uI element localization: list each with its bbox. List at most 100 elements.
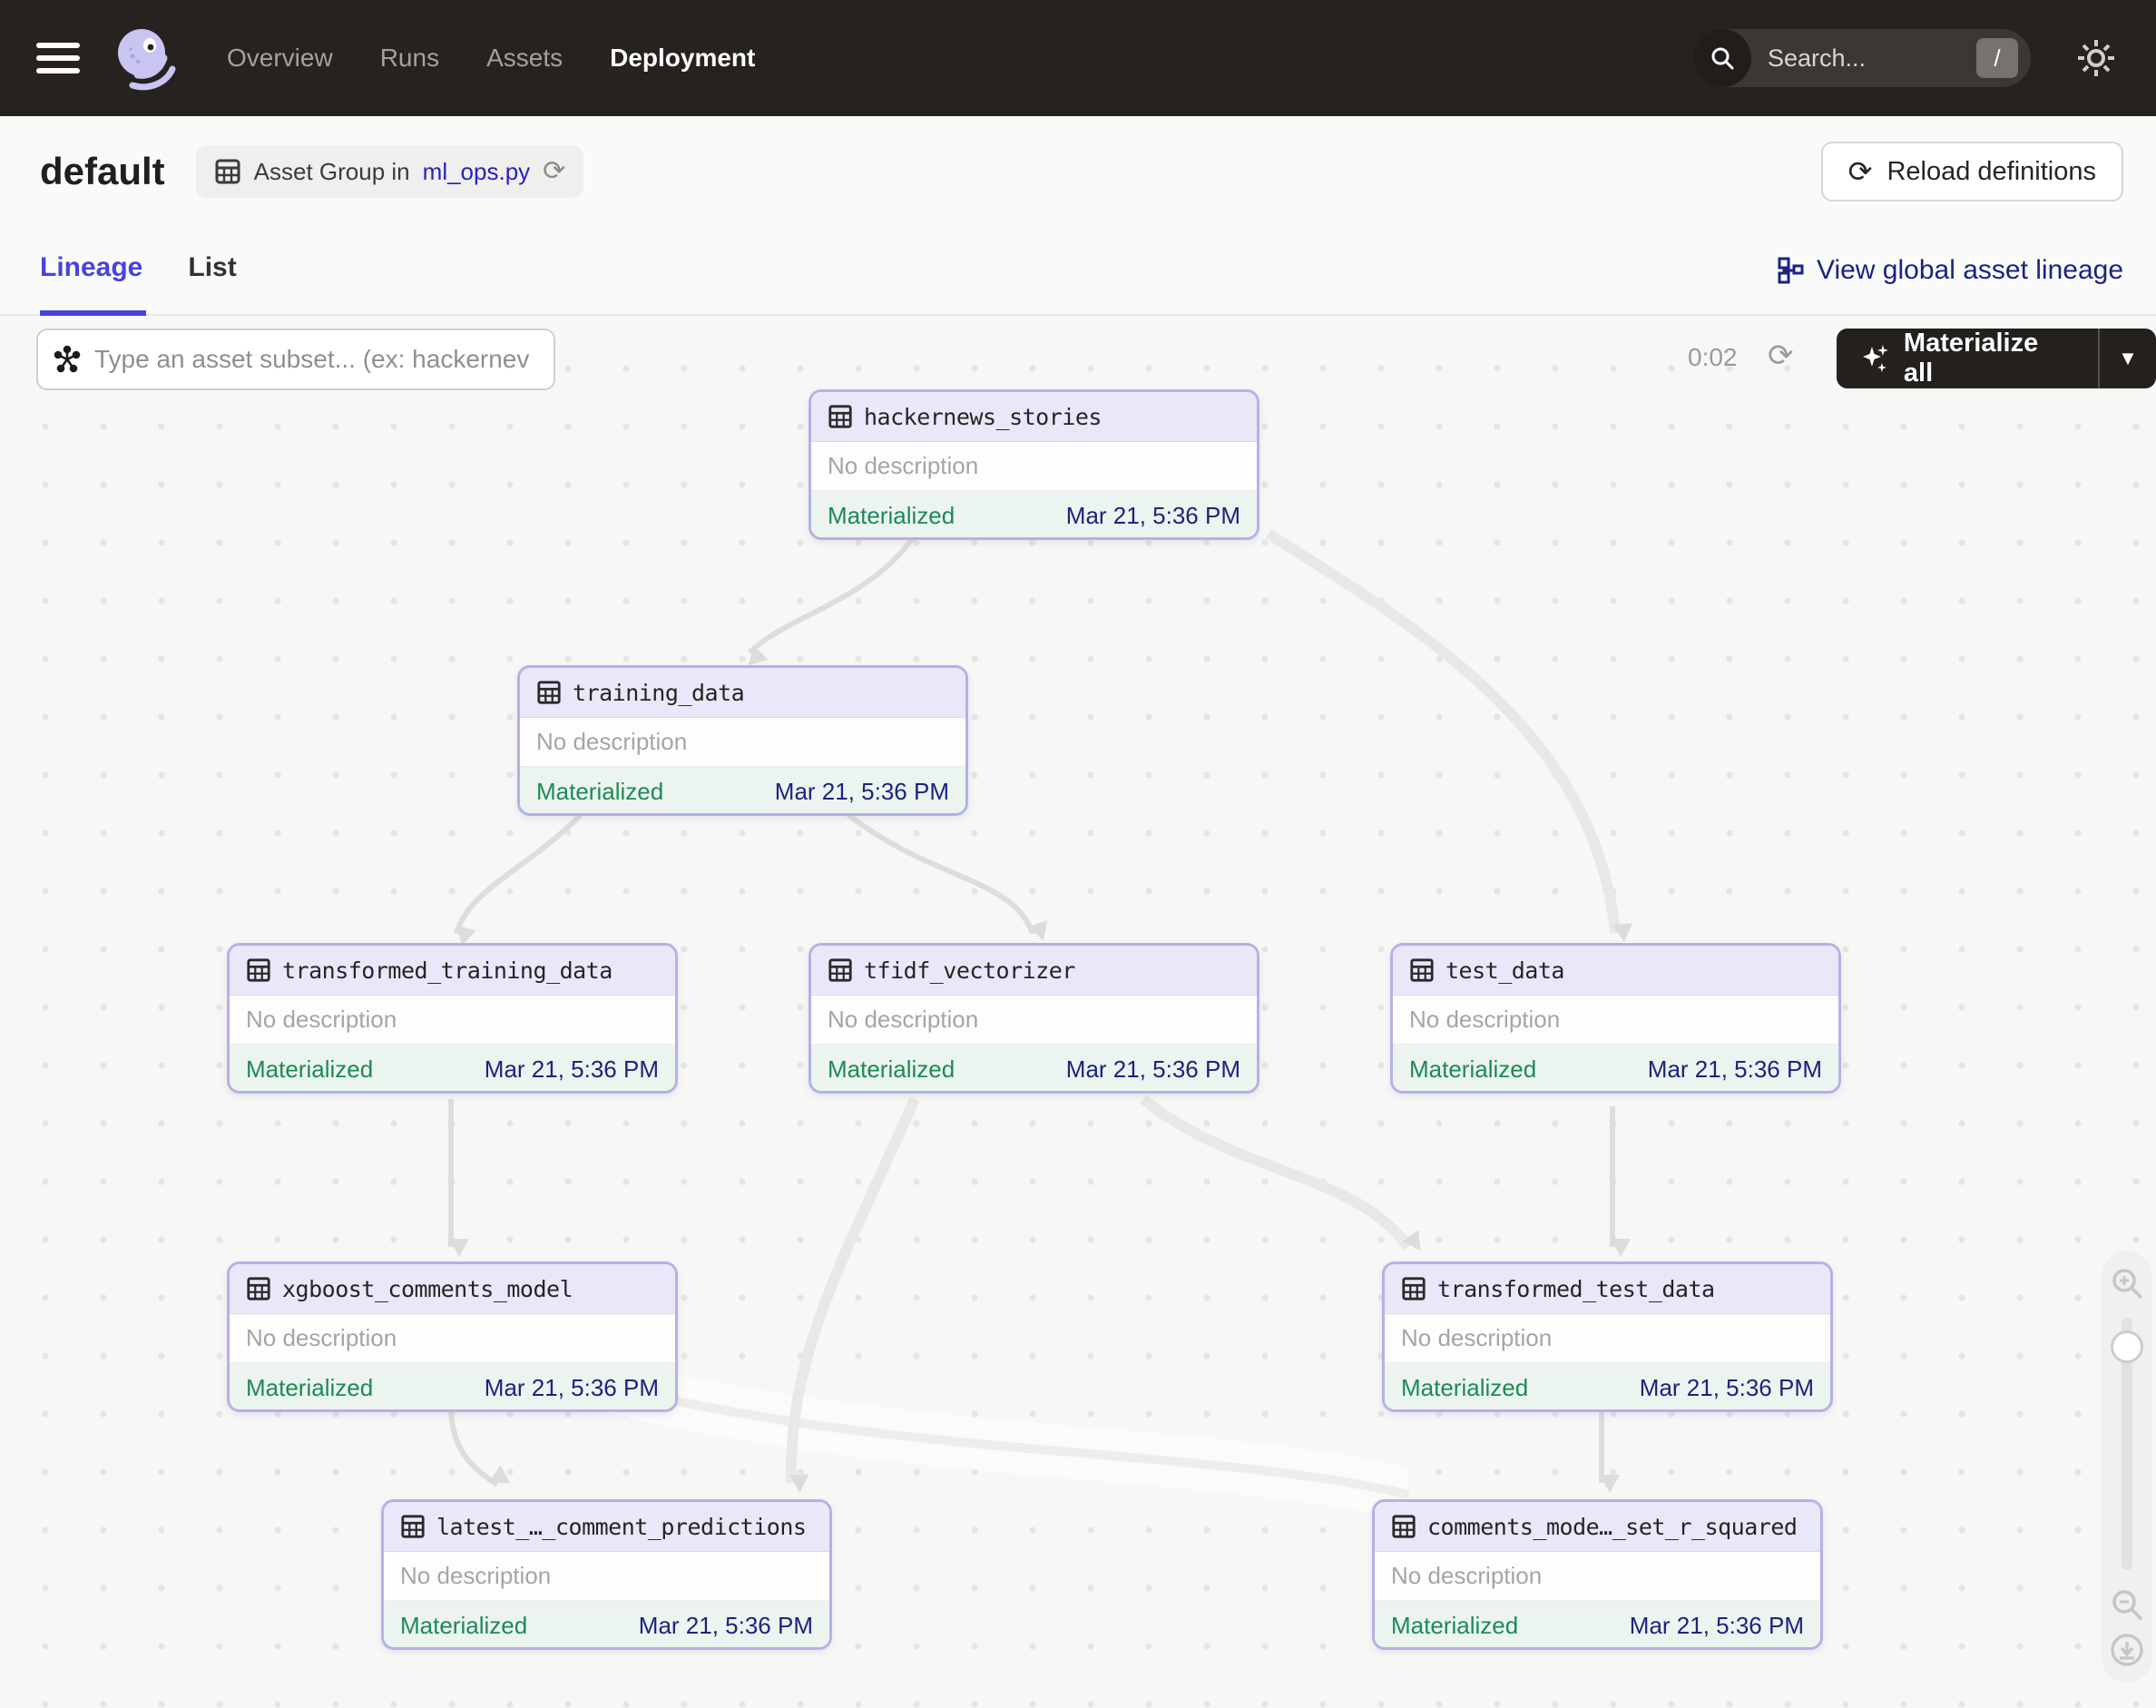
table-icon xyxy=(1409,957,1435,983)
table-icon xyxy=(400,1514,426,1539)
table-icon xyxy=(1401,1276,1426,1301)
refresh-icon: ⟳ xyxy=(1848,154,1873,189)
nav-item-runs[interactable]: Runs xyxy=(380,44,439,73)
asset-description: No description xyxy=(811,442,1257,491)
asset-name: hackernews_stories xyxy=(864,404,1102,430)
zoom-out-icon[interactable] xyxy=(2109,1586,2145,1623)
search-shortcut-badge: / xyxy=(1976,38,2018,78)
nav-item-assets[interactable]: Assets xyxy=(486,44,563,73)
asset-status: Materialized xyxy=(400,1612,527,1640)
asset-status: Materialized xyxy=(828,502,955,530)
lineage-graph-icon xyxy=(1777,257,1804,284)
dagster-logo-icon[interactable] xyxy=(111,25,176,91)
asset-description: No description xyxy=(1385,1314,1830,1363)
asset-timestamp[interactable]: Mar 21, 5:36 PM xyxy=(639,1612,813,1640)
table-icon xyxy=(246,957,271,983)
asset-status: Materialized xyxy=(246,1055,373,1084)
tabs-row: Lineage List View global asset lineage xyxy=(0,227,2156,316)
asset-node-transformed_test_data[interactable]: transformed_test_data No description Mat… xyxy=(1382,1261,1833,1412)
view-global-asset-lineage-label: View global asset lineage xyxy=(1817,255,2123,286)
reload-definitions-label: Reload definitions xyxy=(1886,157,2096,187)
asset-name: transformed_test_data xyxy=(1437,1276,1715,1302)
asset-node-transformed_training_data[interactable]: transformed_training_data No description… xyxy=(227,943,678,1094)
settings-gear-icon[interactable] xyxy=(2073,34,2120,82)
asset-description: No description xyxy=(1375,1552,1820,1601)
main-nav: Overview Runs Assets Deployment xyxy=(227,44,755,73)
asset-timestamp[interactable]: Mar 21, 5:36 PM xyxy=(1066,502,1240,530)
asset-status: Materialized xyxy=(246,1374,373,1402)
asset-status: Materialized xyxy=(1401,1374,1528,1402)
canvas-refresh-icon[interactable]: ⟳ xyxy=(1768,338,1794,374)
asset-subset-placeholder: Type an asset subset... (ex: hackernev xyxy=(94,345,529,374)
asset-timestamp[interactable]: Mar 21, 5:36 PM xyxy=(1066,1055,1240,1084)
asset-node-comments_model_test_set_r_squared[interactable]: comments_mode…_set_r_squared No descript… xyxy=(1372,1499,1823,1650)
search-icon xyxy=(1693,29,1751,87)
asset-name: comments_mode…_set_r_squared xyxy=(1427,1514,1797,1540)
asset-name: training_data xyxy=(573,680,744,706)
page-title: default xyxy=(40,150,165,193)
asset-name: test_data xyxy=(1446,957,1564,984)
table-icon xyxy=(214,158,241,185)
asset-group-file-link[interactable]: ml_ops.py xyxy=(423,158,531,186)
asset-status: Materialized xyxy=(1391,1612,1518,1640)
asset-group-chip: Asset Group in ml_ops.py ⟳ xyxy=(196,145,584,198)
zoom-controls-panel xyxy=(2102,1251,2152,1683)
asset-description: No description xyxy=(384,1552,829,1601)
table-icon xyxy=(246,1276,271,1301)
nav-item-deployment[interactable]: Deployment xyxy=(610,44,755,73)
asset-timestamp[interactable]: Mar 21, 5:36 PM xyxy=(1640,1374,1814,1402)
asset-description: No description xyxy=(520,718,965,767)
zoom-slider[interactable] xyxy=(2122,1318,2132,1570)
chip-refresh-icon[interactable]: ⟳ xyxy=(543,158,565,185)
asset-description: No description xyxy=(1393,996,1838,1045)
materialize-all-label: Materialize all xyxy=(1904,329,2074,388)
reload-definitions-button[interactable]: ⟳ Reload definitions xyxy=(1821,142,2123,201)
table-icon xyxy=(536,680,562,705)
tab-lineage[interactable]: Lineage xyxy=(40,227,142,314)
asset-description: No description xyxy=(230,1314,675,1363)
refresh-timer: 0:02 xyxy=(1688,343,1738,372)
asset-node-latest_comment_predictions[interactable]: latest_…_comment_predictions No descript… xyxy=(381,1499,832,1650)
zoom-slider-handle[interactable] xyxy=(2111,1330,2143,1363)
menu-hamburger-icon[interactable] xyxy=(36,43,80,74)
materialize-all-split-button: Materialize all ▼ xyxy=(1837,329,2156,388)
nav-item-overview[interactable]: Overview xyxy=(227,44,333,73)
page-header: default Asset Group in ml_ops.py ⟳ ⟳ Rel… xyxy=(0,116,2156,227)
asset-description: No description xyxy=(811,996,1257,1045)
materialize-all-button[interactable]: Materialize all xyxy=(1837,329,2098,388)
dagster-app: Overview Runs Assets Deployment Search..… xyxy=(0,0,2156,1708)
table-icon xyxy=(1391,1514,1416,1539)
table-icon xyxy=(828,404,853,429)
asset-node-training_data[interactable]: training_data No description Materialize… xyxy=(517,665,968,816)
asset-group-label: Asset Group in xyxy=(254,158,410,186)
asset-node-xgboost_comments_model[interactable]: xgboost_comments_model No description Ma… xyxy=(227,1261,678,1412)
asset-status: Materialized xyxy=(828,1055,955,1084)
asset-node-test_data[interactable]: test_data No description Materialized Mar… xyxy=(1390,943,1841,1094)
asset-subset-icon xyxy=(53,345,82,374)
asset-status: Materialized xyxy=(536,778,663,806)
top-nav-bar: Overview Runs Assets Deployment Search..… xyxy=(0,0,2156,116)
tab-list[interactable]: List xyxy=(188,227,236,314)
materialize-dropdown-caret[interactable]: ▼ xyxy=(2100,329,2156,388)
asset-status: Materialized xyxy=(1409,1055,1536,1084)
view-global-asset-lineage-link[interactable]: View global asset lineage xyxy=(1777,255,2123,286)
search-input[interactable]: Search... / xyxy=(1693,29,2031,87)
asset-name: tfidf_vectorizer xyxy=(864,957,1075,984)
lineage-canvas[interactable]: Type an asset subset... (ex: hackernev 0… xyxy=(0,316,2156,1708)
asset-timestamp[interactable]: Mar 21, 5:36 PM xyxy=(775,778,949,806)
asset-timestamp[interactable]: Mar 21, 5:36 PM xyxy=(1648,1055,1822,1084)
table-icon xyxy=(828,957,853,983)
search-placeholder: Search... xyxy=(1768,44,1976,73)
asset-timestamp[interactable]: Mar 21, 5:36 PM xyxy=(485,1055,659,1084)
download-view-icon[interactable] xyxy=(2109,1632,2145,1668)
asset-name: xgboost_comments_model xyxy=(282,1276,573,1302)
asset-timestamp[interactable]: Mar 21, 5:36 PM xyxy=(1630,1612,1804,1640)
zoom-in-icon[interactable] xyxy=(2109,1265,2145,1301)
asset-description: No description xyxy=(230,996,675,1045)
asset-name: latest_…_comment_predictions xyxy=(436,1514,806,1540)
asset-timestamp[interactable]: Mar 21, 5:36 PM xyxy=(485,1374,659,1402)
asset-subset-input[interactable]: Type an asset subset... (ex: hackernev xyxy=(36,329,555,390)
asset-node-hackernews_stories[interactable]: hackernews_stories No description Materi… xyxy=(808,389,1259,540)
asset-name: transformed_training_data xyxy=(282,957,612,984)
asset-node-tfidf_vectorizer[interactable]: tfidf_vectorizer No description Material… xyxy=(808,943,1259,1094)
